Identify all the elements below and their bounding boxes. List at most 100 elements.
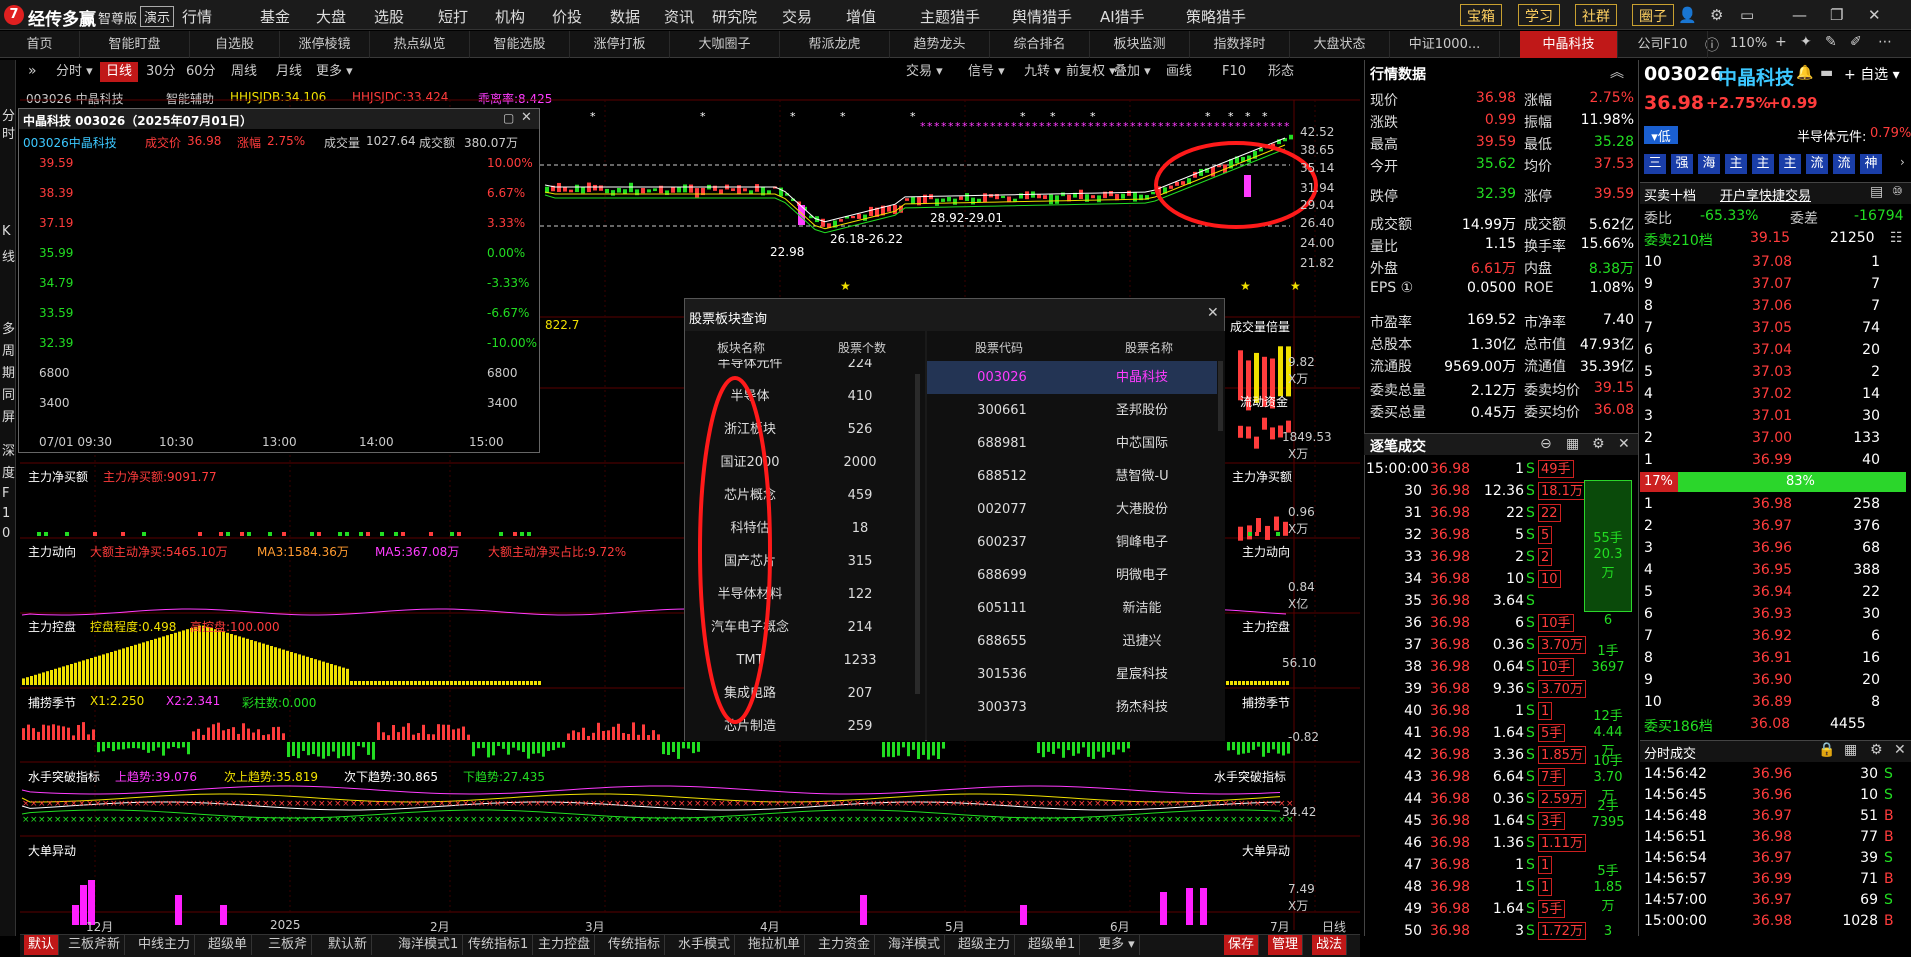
tab-2[interactable]: 自选股 xyxy=(190,31,280,58)
left-strip-char[interactable]: 线 xyxy=(2,246,15,265)
bottom-tab[interactable]: 拖拉机单 xyxy=(744,935,806,955)
tab-12[interactable]: 指数择时 xyxy=(1190,31,1290,58)
stock-tag[interactable]: 主 xyxy=(1725,154,1747,174)
left-strip-char[interactable]: K xyxy=(2,224,11,239)
open-account-link[interactable]: 开户享快捷交易 xyxy=(1720,185,1811,204)
topmenu-14[interactable]: AI猎手 xyxy=(1100,6,1145,27)
stock-tag[interactable]: 神 xyxy=(1860,154,1882,174)
stock-tag[interactable]: 流 xyxy=(1806,154,1828,174)
left-strip-char[interactable]: 度 xyxy=(2,462,15,481)
ts-close-icon[interactable]: ✕ xyxy=(1894,742,1906,758)
top-button-1[interactable]: 学习 xyxy=(1518,4,1560,26)
bottom-right-button[interactable]: 战法 xyxy=(1312,935,1348,955)
bottom-tab[interactable]: 超级单1 xyxy=(1024,935,1081,955)
stock-row[interactable]: 003026 中晶科技 xyxy=(927,361,1217,394)
left-strip-char[interactable]: 时 xyxy=(2,123,15,142)
stock-tag[interactable]: 海 xyxy=(1698,154,1720,174)
stock-row[interactable]: 605111 新洁能 xyxy=(927,592,1217,625)
left-strip-char[interactable]: 分 xyxy=(2,105,15,124)
topmenu-15[interactable]: 策略猎手 xyxy=(1186,6,1246,27)
ts-table-icon[interactable]: ▦ xyxy=(1844,742,1857,758)
autoselect-button[interactable]: + 自选 ▾ xyxy=(1844,64,1900,84)
left-strip-char[interactable]: 多 xyxy=(2,318,15,337)
bottom-tab[interactable]: 默认 xyxy=(24,935,60,955)
bottom-tab[interactable]: 三板斧 xyxy=(264,935,313,955)
table-icon[interactable]: ▦ xyxy=(1566,436,1579,452)
tab-13[interactable]: 大盘状态 xyxy=(1290,31,1390,58)
stock-tag[interactable]: 强 xyxy=(1671,154,1693,174)
toolbar-更多[interactable]: 更多 ▾ xyxy=(310,62,359,82)
tab-4[interactable]: 热点纵览 xyxy=(370,31,470,58)
toolbar-F10[interactable]: F10 xyxy=(1216,62,1252,82)
bottom-tab[interactable]: 三板斧新 xyxy=(64,935,126,955)
popup-maximize-icon[interactable]: ▢ xyxy=(503,111,514,125)
toolbar-形态[interactable]: 形态 xyxy=(1262,62,1300,82)
bottom-tab[interactable]: 主力资金 xyxy=(814,935,876,955)
tab-0[interactable]: 首页 xyxy=(0,31,80,58)
toolbar-30分[interactable]: 30分 xyxy=(140,62,182,82)
stock-row[interactable]: 688699 明微电子 xyxy=(927,559,1217,592)
top-button-3[interactable]: 圈子 xyxy=(1632,4,1674,26)
toolbar-周线[interactable]: 周线 xyxy=(225,62,263,82)
stock-row[interactable]: 300661 圣邦股份 xyxy=(927,394,1217,427)
bottom-tab[interactable]: 中线主力 xyxy=(134,935,196,955)
stock-row[interactable]: 300373 扬杰科技 xyxy=(927,691,1217,724)
bottom-tab[interactable]: 主力控盘 xyxy=(534,935,596,955)
tab-10[interactable]: 综合排名 xyxy=(990,31,1090,58)
tab-16[interactable]: 公司F10 xyxy=(1618,31,1708,58)
topmenu-12[interactable]: 主题猎手 xyxy=(920,6,980,27)
stock-scrollbar[interactable] xyxy=(1218,361,1223,431)
topmenu-1[interactable]: 基金 xyxy=(260,6,290,27)
tab-11[interactable]: 板块监测 xyxy=(1090,31,1190,58)
bottom-tab[interactable]: 传统指标1 xyxy=(464,935,534,955)
stock-row[interactable]: 688512 慧智微-U xyxy=(927,460,1217,493)
ts-settings-icon[interactable]: ⚙ xyxy=(1870,742,1883,758)
book-10-icon[interactable]: ⑩ xyxy=(1892,184,1903,198)
close-ticks-icon[interactable]: ✕ xyxy=(1618,436,1630,452)
stock-row[interactable]: 688655 迅捷兴 xyxy=(927,625,1217,658)
left-strip-char[interactable]: F xyxy=(2,486,9,501)
settings-icon[interactable]: ⚙ xyxy=(1592,436,1605,452)
topmenu-8[interactable]: 资讯 xyxy=(664,6,694,27)
left-strip-char[interactable]: 深 xyxy=(2,440,15,459)
toolbar-月线[interactable]: 月线 xyxy=(270,62,308,82)
left-strip-char[interactable]: 周 xyxy=(2,340,15,359)
stock-row[interactable]: 600237 铜峰电子 xyxy=(927,526,1217,559)
topmenu-4[interactable]: 短打 xyxy=(438,6,468,27)
popup-close-icon[interactable]: ✕ xyxy=(521,110,532,125)
toolbar-画线[interactable]: 画线 xyxy=(1160,62,1198,82)
toolbar-日线[interactable]: 日线 xyxy=(100,62,139,82)
stock-row[interactable]: 688981 中芯国际 xyxy=(927,427,1217,460)
tab-7[interactable]: 大咖圈子 xyxy=(670,31,780,58)
bell-icon[interactable]: 🔔 xyxy=(1796,65,1813,81)
topmenu-11[interactable]: 增值 xyxy=(846,6,876,27)
bottom-tab[interactable]: 传统指标 xyxy=(604,935,666,955)
stock-tag[interactable]: 主 xyxy=(1779,154,1801,174)
toolbar-叠加[interactable]: 叠加 ▾ xyxy=(1108,62,1157,82)
bottom-tab[interactable]: 超级主力 xyxy=(954,935,1016,955)
tab-1[interactable]: 智能盯盘 xyxy=(80,31,190,58)
bottom-right-button[interactable]: 保存 xyxy=(1224,935,1260,955)
tab-5[interactable]: 智能选股 xyxy=(470,31,570,58)
bottom-tab[interactable]: 海洋模式1 xyxy=(394,935,464,955)
topmenu-13[interactable]: 舆情猎手 xyxy=(1012,6,1072,27)
topmenu-9[interactable]: 研究院 xyxy=(712,6,757,27)
tab-3[interactable]: 涨停棱镜 xyxy=(280,31,370,58)
toolbar-60分[interactable]: 60分 xyxy=(180,62,222,82)
stock-row[interactable]: 301536 星宸科技 xyxy=(927,658,1217,691)
topmenu-0[interactable]: 行情 xyxy=(182,6,212,27)
stock-tag[interactable]: 三 xyxy=(1644,154,1666,174)
toolbar-信号[interactable]: 信号 ▾ xyxy=(962,62,1011,82)
bottom-right-button[interactable]: 管理 xyxy=(1268,935,1304,955)
stock-tag[interactable]: 主 xyxy=(1752,154,1774,174)
bottom-tab[interactable]: 默认新 xyxy=(324,935,373,955)
bottom-tab[interactable]: 超级单 xyxy=(204,935,253,955)
book-list-icon[interactable]: ▤ xyxy=(1870,184,1883,200)
left-strip-char[interactable]: 屏 xyxy=(2,406,15,425)
intraday-popup[interactable]: 中晶科技 003026（2025年07月01日） ▢ ✕ 003026中晶科技 … xyxy=(18,108,540,453)
top-button-0[interactable]: 宝箱 xyxy=(1460,4,1502,26)
expand-list-icon[interactable]: ☷ xyxy=(1890,230,1903,246)
stock-tag[interactable]: 流 xyxy=(1833,154,1855,174)
topmenu-10[interactable]: 交易 xyxy=(782,6,812,27)
tab-8[interactable]: 帮派龙虎 xyxy=(780,31,890,58)
